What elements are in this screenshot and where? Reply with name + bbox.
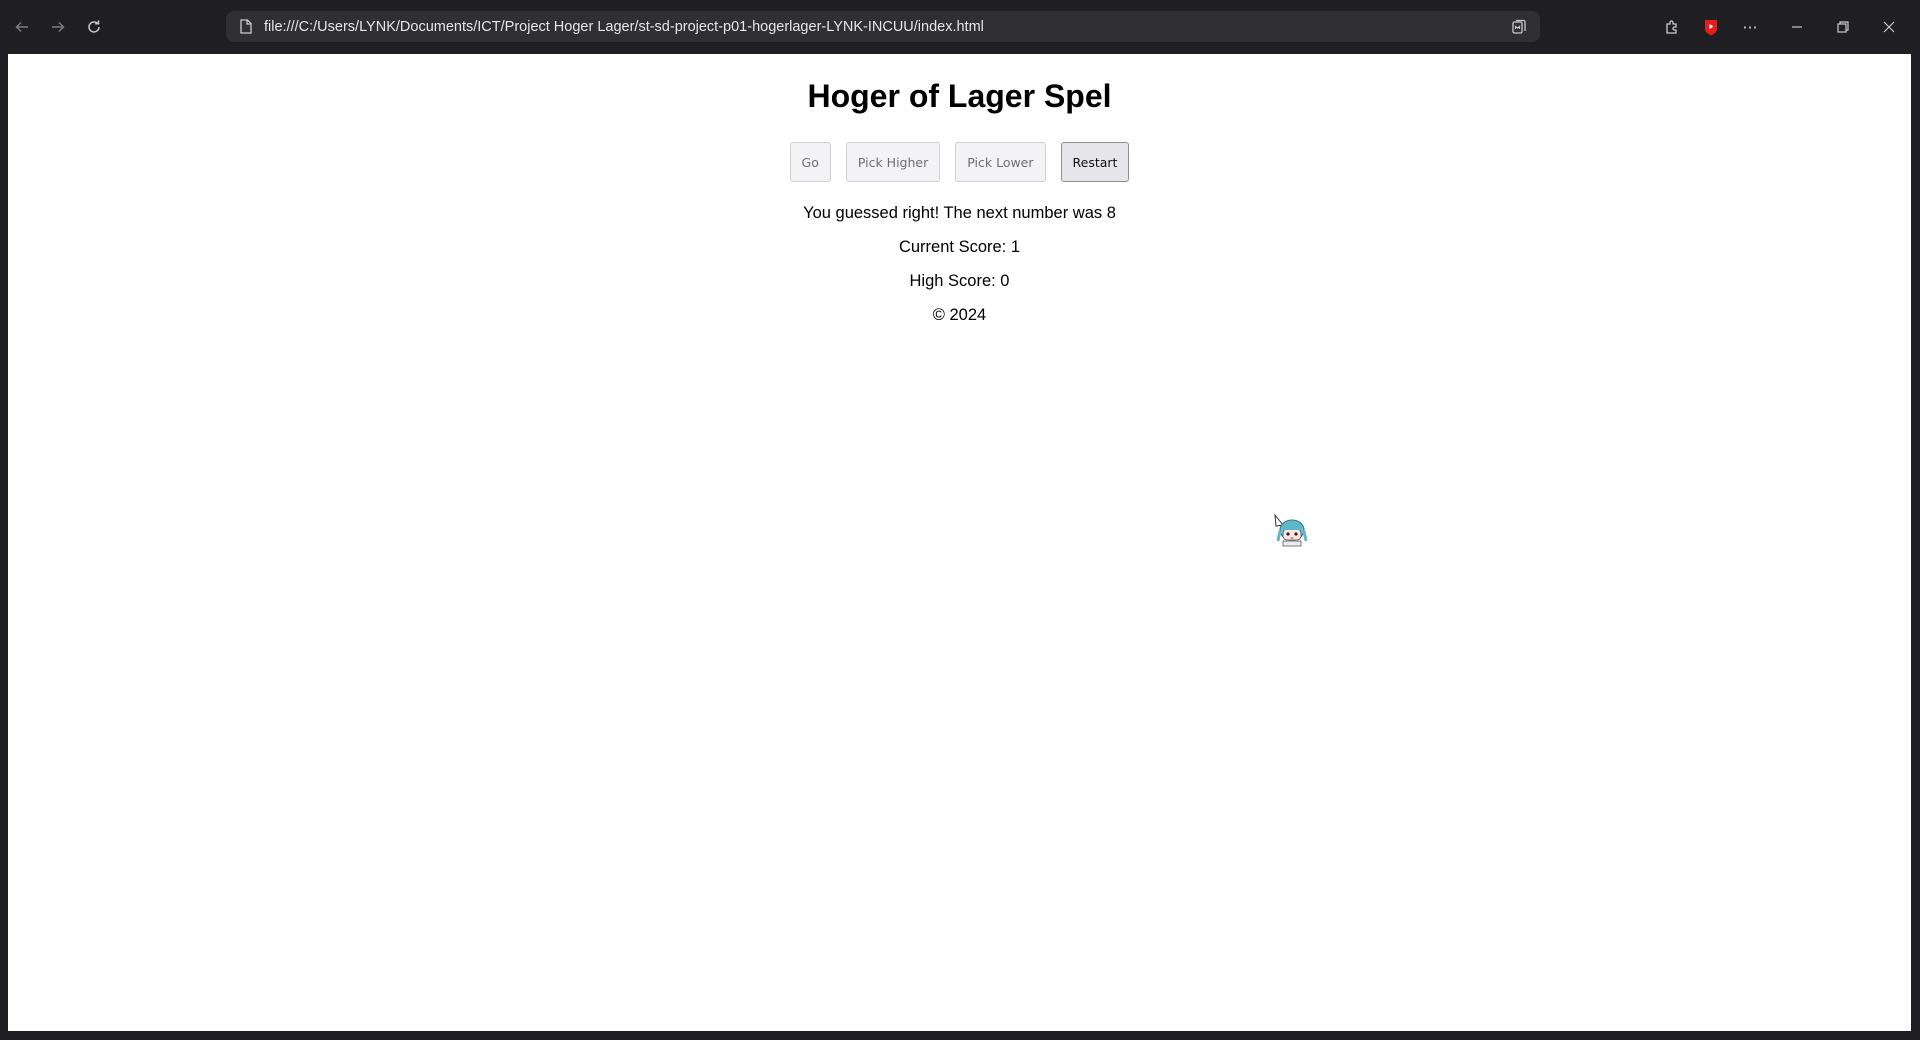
pick-higher-button[interactable]: Pick Higher (845, 142, 941, 182)
extensions-icon[interactable] (1658, 14, 1686, 40)
footer: © 2024 (932, 306, 987, 324)
back-arrow-icon[interactable] (8, 14, 36, 40)
restart-button[interactable]: Restart (1060, 142, 1130, 182)
game-container: Hoger of Lager Spel Go Pick Higher Pick … (8, 76, 1911, 332)
anime-girl-cursor-icon (1272, 513, 1308, 549)
high-score: High Score: 0 (909, 272, 1010, 290)
close-icon[interactable] (1875, 14, 1903, 40)
browser-toolbar: file:///C:/Users/LYNK/Documents/ICT/Proj… (0, 0, 1920, 54)
result-message: You guessed right! The next number was 8 (803, 204, 1116, 222)
more-icon[interactable]: ··· (1736, 14, 1764, 40)
reader-view-icon[interactable] (1510, 18, 1528, 36)
restore-icon[interactable] (1829, 14, 1857, 40)
url-text[interactable]: file:///C:/Users/LYNK/Documents/ICT/Proj… (264, 19, 1510, 35)
youtube-icon[interactable] (1697, 14, 1725, 40)
address-bar[interactable]: file:///C:/Users/LYNK/Documents/ICT/Proj… (226, 11, 1540, 42)
page-viewport: Hoger of Lager Spel Go Pick Higher Pick … (8, 54, 1911, 1031)
reload-icon[interactable] (80, 14, 108, 40)
page-icon (238, 19, 254, 35)
minimize-icon[interactable] (1783, 14, 1811, 40)
go-button[interactable]: Go (789, 142, 831, 182)
page-title: Hoger of Lager Spel (807, 78, 1112, 114)
button-row: Go Pick Higher Pick Lower Restart (8, 142, 1911, 182)
current-score: Current Score: 1 (898, 238, 1021, 256)
pick-lower-button[interactable]: Pick Lower (955, 142, 1046, 182)
forward-arrow-icon[interactable] (44, 14, 72, 40)
